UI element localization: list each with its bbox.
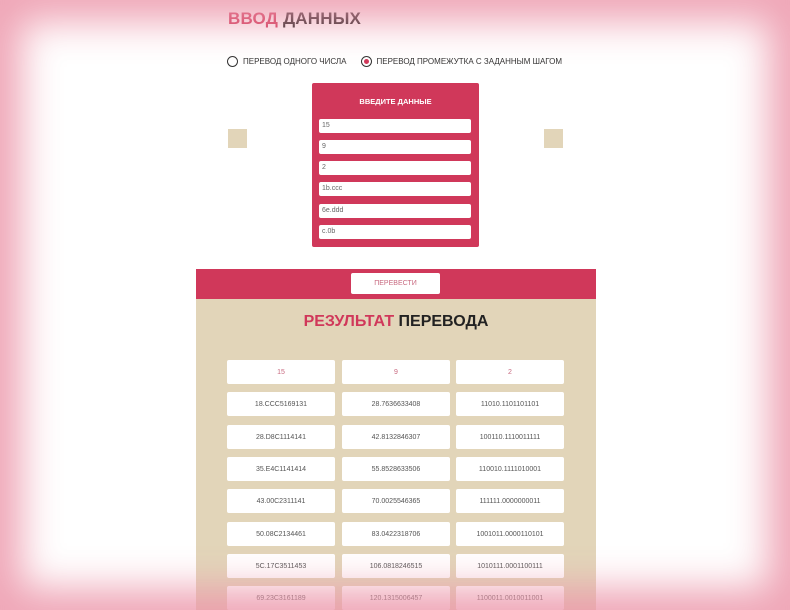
result-cell: 43.00C2311141 [227, 489, 335, 513]
convert-button[interactable]: ПЕРЕВЕСТИ [351, 273, 440, 294]
result-cell: 1010111.0001100111 [456, 554, 564, 578]
result-cell: 28.D8C1114141 [227, 425, 335, 449]
input-section-title: ВВОД ДАННЫХ [228, 9, 361, 29]
result-cell: 110010.1111010001 [456, 457, 564, 481]
result-title-accent: РЕЗУЛЬТАТ [303, 313, 395, 330]
field-from-base[interactable]: 15 [319, 119, 471, 133]
result-cell: 18.CCC5169131 [227, 392, 335, 416]
input-panel: ВВЕДИТЕ ДАННЫЕ 15 9 2 1b.ccc 6e.ddd c.0b [312, 83, 479, 247]
field-to-base-1[interactable]: 9 [319, 140, 471, 154]
input-title-accent: ВВОД [228, 9, 279, 28]
field-to-base-2[interactable]: 2 [319, 161, 471, 175]
result-header-cell: 15 [227, 360, 335, 384]
result-panel: РЕЗУЛЬТАТ ПЕРЕВОДА 15 9 2 18.CCC5169131 28.7… [196, 299, 596, 610]
radio-single-number[interactable]: ПЕРЕВОД ОДНОГО ЧИСЛА [227, 56, 347, 67]
radio-single-label: ПЕРЕВОД ОДНОГО ЧИСЛА [243, 57, 347, 66]
field-step[interactable]: c.0b [319, 225, 471, 239]
radio-checked-icon [360, 56, 372, 67]
radio-range-step[interactable]: ПЕРЕВОД ПРОМЕЖУТКА С ЗАДАННЫМ ШАГОМ [360, 56, 563, 67]
result-header-cell: 9 [342, 360, 450, 384]
result-title-rest: ПЕРЕВОДА [394, 313, 489, 330]
radio-unchecked-icon [227, 56, 238, 67]
result-cell: 55.8528633506 [342, 457, 450, 481]
field-range-start[interactable]: 1b.ccc [319, 182, 471, 196]
result-cell: 70.0025546365 [342, 489, 450, 513]
result-section-title: РЕЗУЛЬТАТ ПЕРЕВОДА [196, 313, 596, 331]
result-cell: 1001011.0000110101 [456, 522, 564, 546]
result-cell: 106.0818246515 [342, 554, 450, 578]
field-range-end[interactable]: 6e.ddd [319, 204, 471, 218]
result-cell: 28.7636633408 [342, 392, 450, 416]
right-decor-square [544, 129, 563, 148]
result-cell: 100110.1110011111 [456, 425, 564, 449]
result-cell: 83.0422318706 [342, 522, 450, 546]
result-cell: 50.08C2134461 [227, 522, 335, 546]
result-cell: 69.23C3161189 [227, 586, 335, 610]
input-title-rest: ДАННЫХ [278, 9, 362, 28]
left-decor-square [228, 129, 247, 148]
result-header-cell: 2 [456, 360, 564, 384]
mode-radio-group: ПЕРЕВОД ОДНОГО ЧИСЛА ПЕРЕВОД ПРОМЕЖУТКА … [227, 56, 576, 67]
radio-range-label: ПЕРЕВОД ПРОМЕЖУТКА С ЗАДАННЫМ ШАГОМ [376, 57, 563, 66]
result-cell: 5C.17C3511453 [227, 554, 335, 578]
result-cell: 1100011.0010011001 [456, 586, 564, 610]
result-cell: 11010.1101101101 [456, 392, 564, 416]
result-cell: 42.8132846307 [342, 425, 450, 449]
result-cell: 120.1315006457 [342, 586, 450, 610]
result-cell: 35.E4C1141414 [227, 457, 335, 481]
panel-title: ВВЕДИТЕ ДАННЫЕ [359, 97, 432, 106]
result-cell: 111111.0000000011 [456, 489, 564, 513]
convert-band: ПЕРЕВЕСТИ [196, 269, 596, 299]
